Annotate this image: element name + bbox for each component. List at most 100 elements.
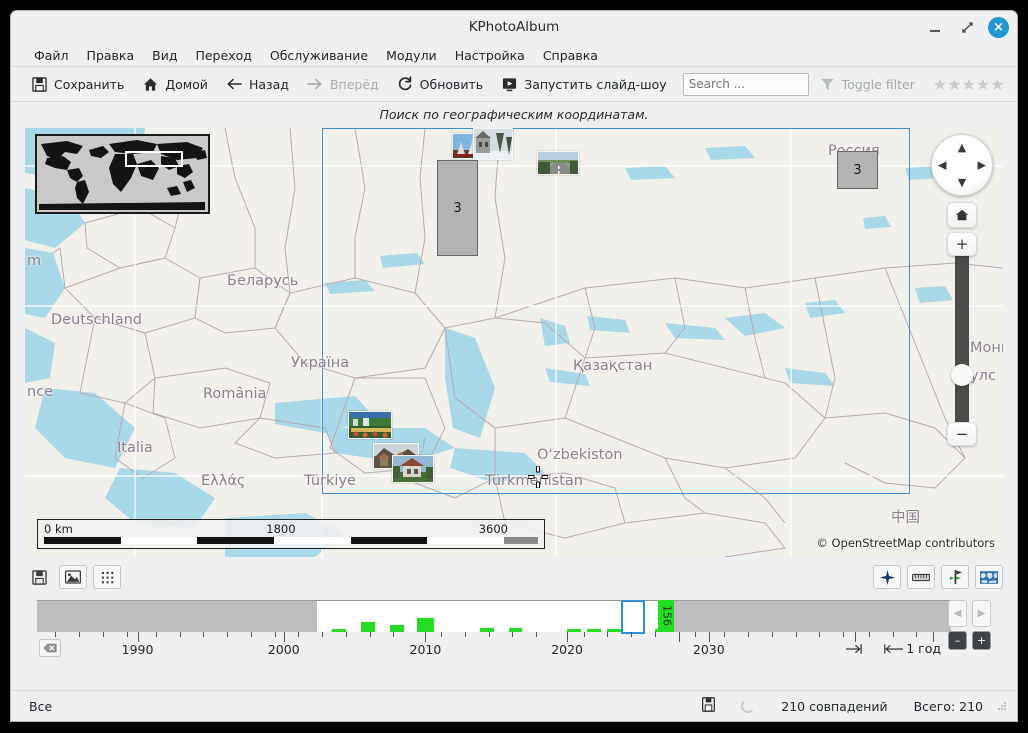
- photo-marker-house[interactable]: [392, 455, 434, 483]
- map-label-partial-france: nce: [27, 384, 53, 400]
- timeline-clear-button[interactable]: [39, 639, 61, 657]
- ruler-icon: [912, 572, 930, 583]
- home-icon: [142, 76, 159, 93]
- map-home-row: [945, 202, 979, 228]
- show-compass-button[interactable]: [873, 565, 901, 589]
- timeline-axis: [37, 632, 951, 642]
- start-slideshow-button[interactable]: Запустить слайд-шоу: [493, 73, 674, 96]
- map-zoom-slider[interactable]: + −: [947, 232, 977, 446]
- minimize-button[interactable]: [924, 17, 946, 39]
- timeline-widget[interactable]: 156: [25, 597, 1003, 659]
- timeline-year-labels: 1990 2000 2010 2020 2030: [37, 642, 951, 658]
- timeline-bar[interactable]: [361, 622, 375, 632]
- scale-label-end: 3600: [479, 522, 508, 536]
- show-markers-button[interactable]: [941, 565, 969, 589]
- toggle-filter-label: Toggle filter: [842, 77, 915, 92]
- pan-right-icon[interactable]: ▶: [978, 159, 986, 172]
- timeline-year-2010: 2010: [410, 642, 442, 657]
- show-scalebar-button[interactable]: [907, 565, 935, 589]
- floppy-icon: [702, 697, 715, 712]
- map-label-ukraina: Україна: [291, 355, 349, 371]
- pan-down-icon[interactable]: ▼: [958, 176, 966, 189]
- maximize-button[interactable]: [956, 17, 978, 39]
- timeline-bar[interactable]: [390, 625, 404, 632]
- reload-button-label: Обновить: [420, 77, 484, 92]
- status-bar-right: 210 совпадений Всего: 210: [702, 697, 983, 715]
- timeline-histogram[interactable]: 156: [37, 600, 951, 632]
- compass-control[interactable]: N ▲ ▼ ◀ ▶: [931, 134, 993, 196]
- status-scope-label: Все: [29, 699, 52, 714]
- menu-maintenance[interactable]: Обслуживание: [261, 46, 377, 65]
- map-home-button[interactable]: [947, 202, 977, 228]
- menu-edit[interactable]: Правка: [78, 46, 144, 65]
- timeline-zoom-in-button[interactable]: +: [972, 631, 991, 650]
- zoom-slider-track[interactable]: [955, 244, 969, 430]
- map-attribution[interactable]: © OpenStreetMap contributors: [816, 536, 995, 550]
- photo-thumbnail-house: [393, 456, 434, 483]
- cluster-marker-russia[interactable]: 3: [837, 151, 878, 189]
- menu-file[interactable]: Файл: [25, 46, 78, 65]
- minimap-viewport-rect[interactable]: [125, 151, 183, 167]
- pan-up-icon[interactable]: ▲: [958, 141, 966, 154]
- zoom-in-button[interactable]: +: [947, 232, 977, 256]
- menu-view[interactable]: Вид: [143, 46, 186, 65]
- menu-plugins[interactable]: Модули: [377, 46, 446, 65]
- map-crosshair-cursor: [528, 466, 546, 484]
- close-button[interactable]: ×: [988, 17, 1009, 38]
- pan-left-icon[interactable]: ◀: [938, 159, 946, 172]
- filter-icon: [819, 76, 836, 93]
- zoom-slider-handle[interactable]: [951, 364, 973, 386]
- menu-help[interactable]: Справка: [534, 46, 607, 65]
- timeline-dim-right: [672, 601, 951, 632]
- save-map-button[interactable]: [25, 565, 53, 589]
- cluster-marker-center[interactable]: 3: [437, 160, 478, 256]
- timeline-scroll-left-button[interactable]: ◀: [948, 600, 967, 627]
- resize-grip[interactable]: [997, 701, 1007, 711]
- photo-marker-road[interactable]: [537, 151, 579, 175]
- floppy-icon: [31, 76, 48, 93]
- home-button[interactable]: Домой: [134, 73, 216, 96]
- image-icon: [65, 570, 81, 584]
- window-title: KPhotoAlbum: [11, 11, 1017, 44]
- rating-stars[interactable]: ★★★★★: [933, 75, 1005, 94]
- overview-minimap[interactable]: [35, 134, 210, 214]
- scale-bar-labels: 0 km 1800 3600: [44, 522, 538, 537]
- timeline-bar[interactable]: [417, 618, 433, 632]
- timeline-unit-indicator: 1 год: [846, 641, 941, 656]
- show-grid-button[interactable]: [93, 565, 121, 589]
- menu-bar: Файл Правка Вид Переход Обслуживание Мод…: [11, 44, 1017, 67]
- show-overview-button[interactable]: [975, 565, 1003, 589]
- map-label-belarus: Беларусь: [227, 273, 298, 289]
- timeline-scroll-right-button[interactable]: ▶: [972, 600, 991, 627]
- main-window: KPhotoAlbum × Файл Правка Вид Переход Об…: [11, 11, 1017, 721]
- home-button-label: Домой: [165, 77, 208, 92]
- arrow-right-icon: [307, 76, 324, 93]
- home-icon: [955, 208, 969, 222]
- compass-icon: [879, 569, 896, 586]
- overview-map-icon: [980, 571, 998, 584]
- maximize-icon: [962, 22, 973, 33]
- save-button[interactable]: Сохранить: [23, 73, 132, 96]
- main-toolbar: Сохранить Домой Назад: [11, 67, 1017, 102]
- timeline-selection[interactable]: [621, 600, 645, 634]
- map-view[interactable]: Sverige Беларусь Deutschland Україна Rom…: [25, 128, 1003, 557]
- show-images-button[interactable]: [59, 565, 87, 589]
- search-input[interactable]: [683, 73, 809, 96]
- menu-settings[interactable]: Настройка: [446, 46, 534, 65]
- app-root: KPhotoAlbum × Файл Правка Вид Переход Об…: [0, 0, 1028, 733]
- back-button[interactable]: Назад: [218, 73, 297, 96]
- status-dirty-indicator[interactable]: [702, 697, 715, 715]
- menu-go[interactable]: Переход: [186, 46, 260, 65]
- map-label-ozbekiston: Oʻzbekiston: [537, 447, 623, 463]
- reload-button[interactable]: Обновить: [389, 73, 492, 96]
- timeline-zoom-out-button[interactable]: –: [948, 631, 967, 650]
- toggle-filter-button[interactable]: Toggle filter: [811, 73, 923, 96]
- zoom-out-button[interactable]: −: [947, 422, 977, 446]
- photo-marker-winter[interactable]: [473, 128, 513, 160]
- status-bar: Все 210 совпадений Всего: 210: [11, 690, 1017, 721]
- forward-button[interactable]: Вперёд: [299, 73, 387, 96]
- scale-label-mid: 1800: [266, 522, 295, 536]
- map-scale-bar: 0 km 1800 3600: [37, 519, 545, 549]
- photo-marker-garden[interactable]: [348, 411, 392, 439]
- window-controls: ×: [924, 11, 1009, 44]
